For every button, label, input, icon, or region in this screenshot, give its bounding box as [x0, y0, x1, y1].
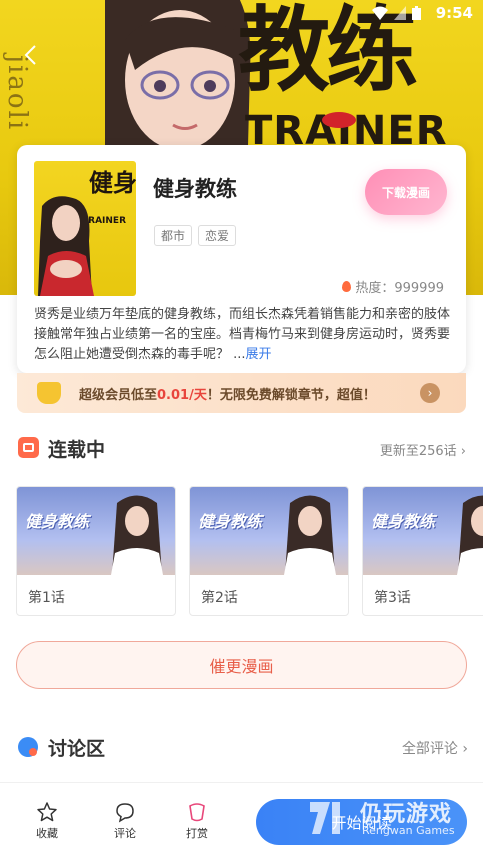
- episode-thumbnail: 健身教练: [190, 487, 348, 575]
- episode-character: [284, 495, 336, 575]
- comic-detail-page: jiaoli 教练 TRAINER 9:54 健身 TRAINER 健身教练 都…: [0, 0, 483, 860]
- comment-button[interactable]: 评论: [100, 801, 150, 841]
- tag-urban[interactable]: 都市: [154, 225, 193, 246]
- vip-arrow-button[interactable]: ›: [420, 383, 440, 403]
- gift-icon: [189, 803, 205, 822]
- cover-title-text: 健身教练: [89, 168, 136, 197]
- favorite-button[interactable]: 收藏: [22, 801, 72, 841]
- reward-button[interactable]: 打赏: [172, 801, 222, 841]
- episode-label: 第2话: [201, 590, 238, 606]
- episode-card-1[interactable]: 健身教练 第1话: [16, 486, 176, 616]
- episode-thumbnail: 健身教练: [17, 487, 175, 575]
- comic-cover-image[interactable]: 健身教练 TRAINER: [34, 161, 136, 296]
- episode-card-2[interactable]: 健身教练 第2话: [189, 486, 349, 616]
- chat-bubble-icon: [18, 737, 38, 757]
- comment-label: 评论: [114, 827, 136, 840]
- tag-list: 都市 恋爱: [154, 225, 237, 246]
- favorite-label: 收藏: [36, 827, 58, 840]
- vip-text-after: ！无限免费解锁章节，超值！: [206, 388, 376, 403]
- episode-thumb-title: 健身教练: [371, 512, 436, 531]
- episode-label: 第3话: [374, 590, 411, 606]
- serial-section-title: 连载中: [48, 439, 106, 461]
- watermark: 仍玩游戏 Rengwan Games: [306, 796, 476, 844]
- cover-illustration: 健身教练 TRAINER: [38, 168, 136, 296]
- discussion-title: 讨论区: [48, 738, 106, 760]
- flame-icon: [342, 281, 352, 292]
- back-arrow-icon: [24, 45, 36, 65]
- star-icon: [37, 802, 57, 822]
- description-text: 贤秀是业绩万年垫底的健身教练，而组长杰森凭着销售能力和亲密的肢体接触常年独占业绩…: [34, 307, 451, 362]
- serial-book-icon: [18, 437, 39, 458]
- tag-romance[interactable]: 恋爱: [198, 225, 237, 246]
- status-icons: [372, 6, 421, 20]
- lips-graphic: [322, 112, 356, 128]
- heat-indicator: 热度：999999: [342, 277, 444, 296]
- wifi-icon: [372, 6, 388, 20]
- signal-icon: [394, 6, 406, 20]
- vip-text-before: 超级会员低至: [79, 388, 158, 403]
- all-comments-link[interactable]: 全部评论 ›: [402, 738, 468, 758]
- serial-section-header: 连载中 更新至256话 ›: [18, 434, 468, 462]
- status-bar: 9:54: [0, 0, 483, 28]
- episode-label: 第1话: [28, 590, 65, 606]
- download-comic-button[interactable]: 下载漫画: [365, 169, 447, 215]
- comic-info-card: 健身教练 TRAINER 健身教练 都市 恋爱 下载漫画 热度：999999 贤…: [17, 145, 466, 373]
- episode-thumb-title: 健身教练: [198, 512, 263, 531]
- comment-icon: [116, 803, 134, 823]
- urge-update-button[interactable]: 催更漫画: [16, 641, 467, 689]
- vip-promo-text: 超级会员低至0.01/天！无限免费解锁章节，超值！: [79, 384, 376, 403]
- update-progress-link[interactable]: 更新至256话 ›: [380, 440, 466, 459]
- back-button[interactable]: [18, 42, 44, 68]
- episode-card-3[interactable]: 健身教练 第3话: [362, 486, 483, 616]
- watermark-logo-icon: [310, 802, 340, 834]
- vip-price: 0.01/天: [157, 388, 207, 403]
- episode-thumbnail: 健身教练: [363, 487, 483, 575]
- vip-promo-banner[interactable]: 超级会员低至0.01/天！无限免费解锁章节，超值！ ›: [17, 373, 466, 413]
- heat-label: 热度：999999: [355, 281, 444, 296]
- reward-label: 打赏: [186, 827, 208, 840]
- episode-thumb-title: 健身教练: [25, 512, 90, 531]
- comic-title: 健身教练: [153, 177, 237, 201]
- comic-description: 贤秀是业绩万年垫底的健身教练，而组长杰森凭着销售能力和亲密的肢体接触常年独占业绩…: [34, 305, 454, 365]
- episode-list: 健身教练 第1话 健身教练 第2话 健身教练 第3话: [16, 486, 483, 618]
- vip-crown-icon: [37, 382, 61, 404]
- expand-link[interactable]: 展开: [246, 347, 272, 362]
- watermark-domain: Rengwan Games: [362, 824, 455, 837]
- battery-icon: [412, 6, 421, 20]
- episode-character: [111, 495, 163, 575]
- discussion-section-header: 讨论区 全部评论 ›: [18, 734, 468, 762]
- status-time: 9:54: [435, 4, 473, 22]
- episode-character: [457, 495, 483, 575]
